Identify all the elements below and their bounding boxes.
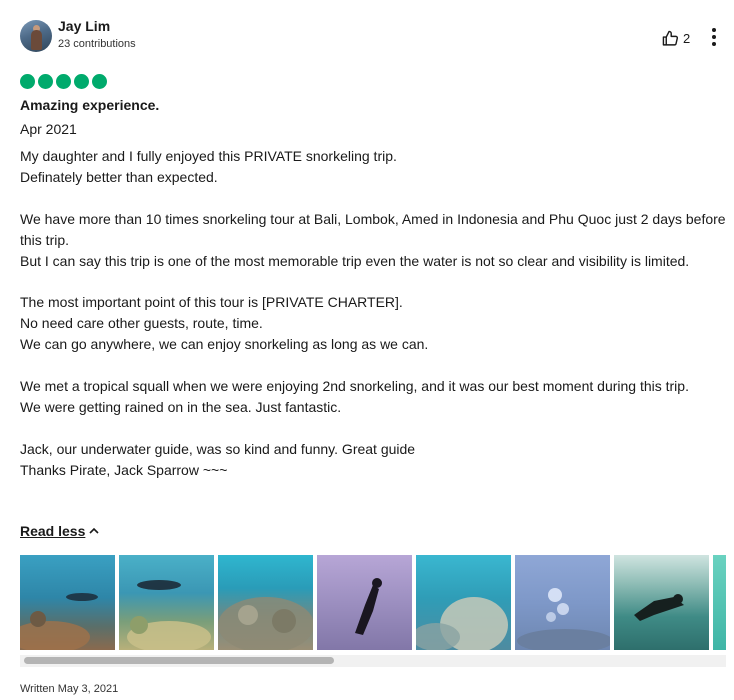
photo-art [634,594,684,621]
photo-art [20,593,98,650]
photo-art [517,588,610,650]
author-name[interactable]: Jay Lim [58,18,110,34]
bubble-rating [20,74,107,89]
rating-bubble-icon [74,74,89,89]
rating-bubble-icon [56,74,71,89]
underwater-photo-6[interactable] [515,555,610,650]
photo-art [355,578,382,635]
underwater-photo-7[interactable] [614,555,709,650]
underwater-photo-3[interactable] [218,555,313,650]
helpful-vote-button[interactable]: 2 [662,28,690,48]
review-paragraph: We have more than 10 times snorkeling to… [20,210,726,269]
rating-bubble-icon [38,74,53,89]
underwater-photo-5[interactable] [416,555,511,650]
rating-bubble-icon [92,74,107,89]
photo-gallery [20,555,726,650]
photo-art [416,597,508,650]
underwater-photo-8[interactable] [713,555,726,650]
gallery-scrollbar[interactable] [20,655,726,667]
scrollbar-thumb[interactable] [24,657,334,664]
read-less-label: Read less [20,523,86,539]
underwater-photo-2[interactable] [119,555,214,650]
review-paragraph: The most important point of this tour is… [20,294,429,353]
review-paragraph: My daughter and I fully enjoyed this PRI… [20,148,397,185]
review-header: Jay Lim 23 contributions [20,18,720,54]
review-date: Apr 2021 [20,121,77,137]
written-date: Written May 3, 2021 [20,683,119,695]
review-title: Amazing experience. [20,97,160,113]
review-card: Jay Lim 23 contributions 2 Amazing exper… [0,0,734,700]
read-less-link[interactable]: Read less [20,523,99,539]
chevron-up-icon [89,527,99,534]
review-paragraph: We met a tropical squall when we were en… [20,377,689,415]
underwater-photo-4[interactable] [317,555,412,650]
thumbs-up-icon [662,30,679,46]
helpful-count: 2 [683,30,691,46]
review-paragraph: Jack, our underwater guide, was so kind … [20,440,416,478]
photo-art [127,580,211,650]
more-options-icon[interactable] [708,26,720,48]
underwater-photo-1[interactable] [20,555,115,650]
photo-art [218,597,313,650]
rating-bubble-icon [20,74,35,89]
review-body: My daughter and I fully enjoyed this PRI… [20,146,734,480]
avatar-figure [31,30,42,50]
avatar[interactable] [20,20,52,52]
author-contributions: 23 contributions [58,38,136,50]
